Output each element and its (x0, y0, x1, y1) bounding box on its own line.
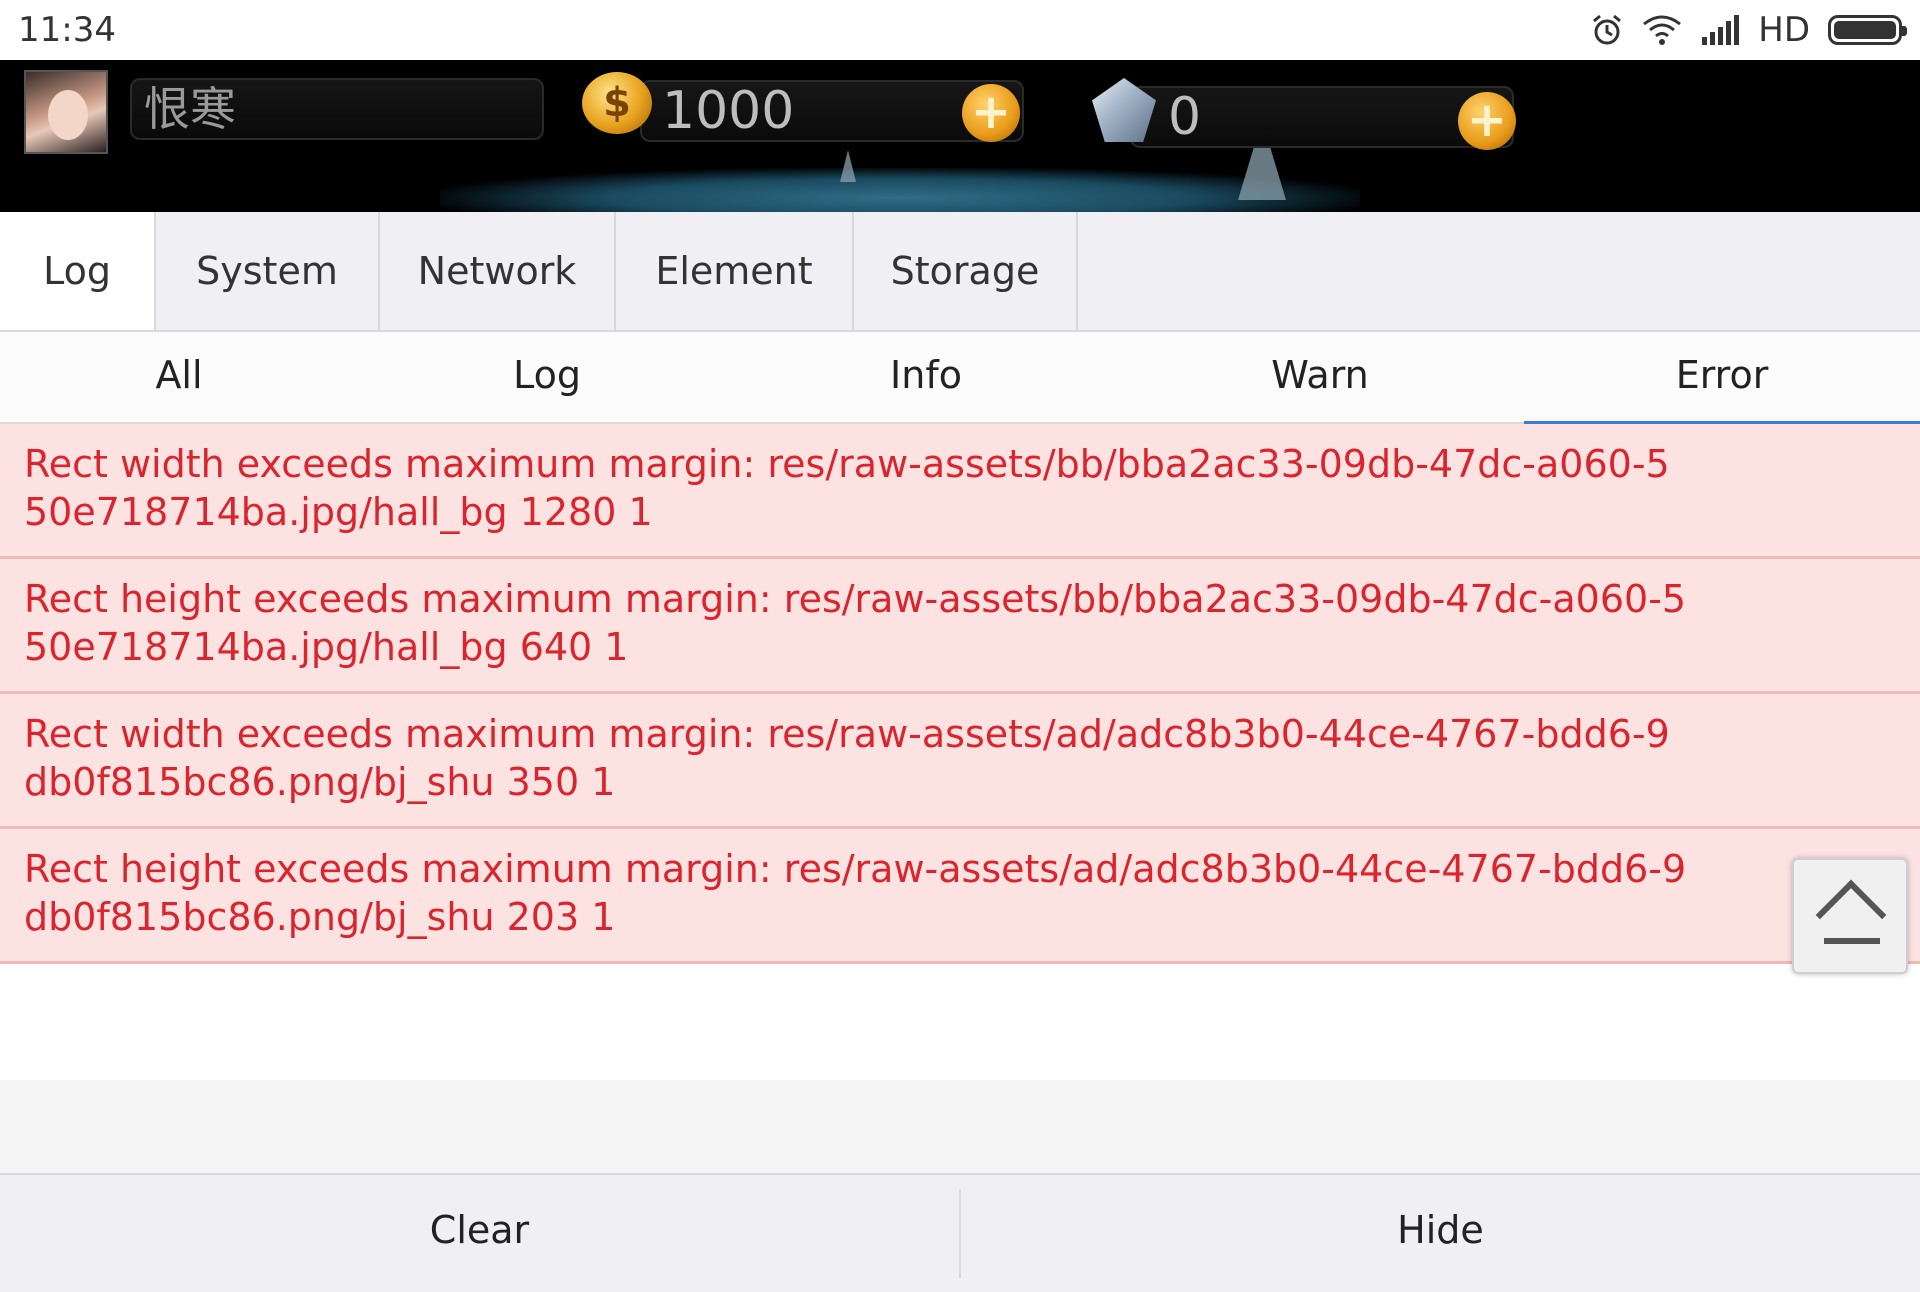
console-panel: Log System Network Element Storage All L… (0, 212, 1920, 1292)
sailboat-icon (840, 150, 856, 182)
add-gems-button[interactable]: + (1458, 92, 1516, 150)
filter-all[interactable]: All (0, 332, 358, 424)
log-entry-error: Rect height exceeds maximum margin: res/… (0, 559, 1920, 694)
log-list[interactable]: Rect width exceeds maximum margin: res/r… (0, 424, 1920, 1173)
filter-info[interactable]: Info (736, 332, 1116, 424)
clear-button[interactable]: Clear (0, 1175, 959, 1292)
network-type-label: HD (1758, 10, 1810, 50)
status-time: 11:34 (18, 10, 116, 50)
tab-network[interactable]: Network (380, 212, 616, 330)
status-bar: 11:34 HD (0, 0, 1920, 60)
status-icons: HD (1590, 10, 1907, 50)
log-filter-bar: All Log Info Warn Error (0, 332, 1920, 424)
avatar[interactable] (24, 70, 108, 154)
console-tabbar: Log System Network Element Storage (0, 212, 1920, 332)
alarm-icon (1593, 14, 1622, 45)
add-coins-button[interactable]: + (962, 84, 1020, 142)
wifi-icon (1643, 15, 1682, 45)
filter-log[interactable]: Log (358, 332, 736, 424)
hide-button[interactable]: Hide (961, 1175, 1920, 1292)
coin-count: 1000 (662, 81, 795, 141)
game-header: 恨寒 $ 1000 + 0 + (0, 60, 1920, 212)
player-name: 恨寒 (130, 78, 544, 140)
tab-system[interactable]: System (156, 212, 380, 330)
filter-error[interactable]: Error (1524, 332, 1920, 424)
tab-log[interactable]: Log (0, 212, 156, 330)
console-footer: Clear Hide (0, 1173, 1920, 1292)
tab-storage[interactable]: Storage (854, 212, 1078, 330)
scroll-to-top-button[interactable] (1792, 858, 1908, 974)
log-entry-error: Rect height exceeds maximum margin: res/… (0, 829, 1920, 964)
tab-element[interactable]: Element (616, 212, 854, 330)
signal-icon (1702, 15, 1740, 45)
filter-warn[interactable]: Warn (1116, 332, 1524, 424)
log-entry-error: Rect width exceeds maximum margin: res/r… (0, 694, 1920, 829)
gem-count: 0 (1168, 87, 1202, 147)
battery-icon (1828, 15, 1907, 45)
coin-icon: $ (582, 72, 652, 134)
log-entry-error: Rect width exceeds maximum margin: res/r… (0, 424, 1920, 559)
